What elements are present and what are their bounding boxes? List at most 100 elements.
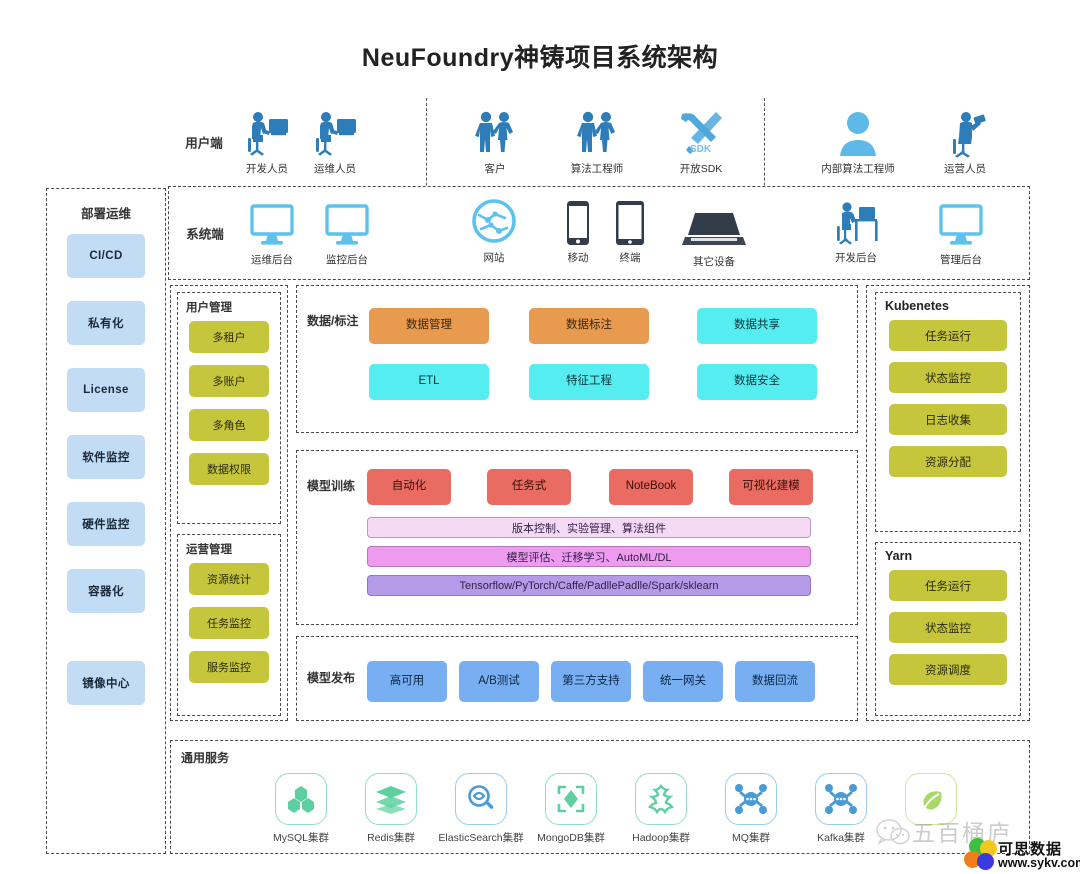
yarn-item-resource-scheduling[interactable]: 资源调度 bbox=[889, 654, 1007, 685]
system-terminal[interactable]: 终端 bbox=[593, 193, 667, 265]
user-caption: 开放SDK bbox=[679, 163, 723, 175]
data-annotation-panel: 数据/标注 数据管理 数据标注 数据共享 ETL 特征工程 数据安全 bbox=[296, 285, 858, 433]
service-caption: Hadoop集群 bbox=[632, 832, 690, 844]
service-elasticsearch[interactable]: ElasticSearch集群 bbox=[433, 773, 529, 845]
ops-at-desk-icon bbox=[298, 104, 372, 158]
sykv-url: www.sykv.com bbox=[998, 856, 1080, 870]
deploy-ops-item-containerization[interactable]: 容器化 bbox=[67, 569, 145, 613]
yarn-item-task-run[interactable]: 任务运行 bbox=[889, 570, 1007, 601]
release-chip-unified-gateway[interactable]: 统一网关 bbox=[643, 661, 723, 702]
deploy-ops-item-software-monitor[interactable]: 软件监控 bbox=[67, 435, 145, 479]
user-open-sdk[interactable]: SDK 开放SDK bbox=[664, 104, 738, 176]
hadoop-icon bbox=[635, 773, 687, 825]
training-chip-visual-modeling[interactable]: 可视化建模 bbox=[729, 469, 813, 505]
kubernetes-item-task-run[interactable]: 任务运行 bbox=[889, 320, 1007, 351]
sykv-watermark: 可思数据 www.sykv.com bbox=[962, 838, 1080, 874]
page-title: NeuFoundry神铸项目系统架构 bbox=[361, 44, 719, 72]
user-algorithm-engineer[interactable]: 算法工程师 bbox=[560, 104, 634, 176]
operation-management-title: 运营管理 bbox=[186, 544, 232, 556]
service-caption: Redis集群 bbox=[367, 832, 415, 844]
system-other-device[interactable]: 其它设备 bbox=[664, 197, 764, 269]
user-management-item-role[interactable]: 多角色 bbox=[189, 409, 269, 441]
user-internal-engineer[interactable]: 内部算法工程师 bbox=[808, 104, 908, 176]
user-management-item-tenant[interactable]: 多租户 bbox=[189, 321, 269, 353]
operation-management-item-task-monitor[interactable]: 任务监控 bbox=[189, 607, 269, 639]
data-chip-data-annotation[interactable]: 数据标注 bbox=[529, 308, 649, 344]
sykv-logo-dots bbox=[962, 838, 997, 872]
release-chip-data-backflow[interactable]: 数据回流 bbox=[735, 661, 815, 702]
system-ops-console[interactable]: 运维后台 bbox=[235, 195, 309, 267]
data-chip-etl[interactable]: ETL bbox=[369, 364, 489, 400]
release-chip-third-party[interactable]: 第三方支持 bbox=[551, 661, 631, 702]
system-caption: 网站 bbox=[483, 252, 505, 264]
data-chip-data-management[interactable]: 数据管理 bbox=[369, 308, 489, 344]
system-caption: 监控后台 bbox=[326, 254, 368, 266]
monitor-icon bbox=[924, 195, 998, 249]
service-mongodb[interactable]: MongoDB集群 bbox=[523, 773, 619, 845]
system-side-row: 系统端 运维后台 监控后台 网站 移动 终端 其它设备 开发后台 管理后台 bbox=[168, 186, 1030, 280]
model-training-panel: 模型训练 自动化 任务式 NoteBook 可视化建模 版本控制、实验管理、算法… bbox=[296, 450, 858, 625]
leaf-cloud-icon bbox=[905, 773, 957, 825]
release-chip-ab-test[interactable]: A/B测试 bbox=[459, 661, 539, 702]
training-chip-notebook[interactable]: NoteBook bbox=[609, 469, 693, 505]
system-monitor-console[interactable]: 监控后台 bbox=[310, 195, 384, 267]
deploy-ops-item-hardware-monitor[interactable]: 硬件监控 bbox=[67, 502, 145, 546]
training-chip-task[interactable]: 任务式 bbox=[487, 469, 571, 505]
service-mysql[interactable]: MySQL集群 bbox=[253, 773, 349, 845]
data-chip-data-sharing[interactable]: 数据共享 bbox=[697, 308, 817, 344]
user-management-item-data-permission[interactable]: 数据权限 bbox=[189, 453, 269, 485]
service-caption: MySQL集群 bbox=[272, 832, 329, 844]
yarn-title: Yarn bbox=[885, 549, 913, 563]
deploy-ops-item-image-registry[interactable]: 镜像中心 bbox=[67, 661, 145, 705]
data-chip-data-security[interactable]: 数据安全 bbox=[697, 364, 817, 400]
svg-text:SDK: SDK bbox=[690, 144, 712, 155]
common-services-title: 通用服务 bbox=[181, 751, 230, 765]
data-chip-feature-engineering[interactable]: 特征工程 bbox=[529, 364, 649, 400]
user-management-item-account[interactable]: 多账户 bbox=[189, 365, 269, 397]
service-extra[interactable] bbox=[883, 773, 979, 830]
yarn-item-status-monitor[interactable]: 状态监控 bbox=[889, 612, 1007, 643]
data-annotation-title: 数据/标注 bbox=[307, 314, 359, 328]
kubernetes-item-resource-allocation[interactable]: 资源分配 bbox=[889, 446, 1007, 477]
deploy-ops-item-cicd[interactable]: CI/CD bbox=[67, 234, 145, 278]
deploy-ops-item-license[interactable]: License bbox=[67, 368, 145, 412]
service-redis[interactable]: Redis集群 bbox=[343, 773, 439, 845]
service-kafka[interactable]: Kafka集群 bbox=[793, 773, 889, 845]
training-bar-model-eval[interactable]: 模型评估、迁移学习、AutoML/DL bbox=[367, 546, 811, 567]
training-bar-frameworks[interactable]: Tensorflow/PyTorch/Caffe/PadllePadlle/Sp… bbox=[367, 575, 811, 596]
elasticsearch-icon bbox=[455, 773, 507, 825]
system-caption: 管理后台 bbox=[940, 254, 982, 266]
service-caption: Kafka集群 bbox=[817, 832, 865, 844]
release-chip-high-availability[interactable]: 高可用 bbox=[367, 661, 447, 702]
user-operator[interactable]: 运营人员 bbox=[928, 104, 1002, 176]
service-caption: MongoDB集群 bbox=[537, 832, 605, 844]
kafka-node-icon bbox=[815, 773, 867, 825]
training-bar-version-control[interactable]: 版本控制、实验管理、算法组件 bbox=[367, 517, 811, 538]
deploy-ops-item-private[interactable]: 私有化 bbox=[67, 301, 145, 345]
system-website[interactable]: 网站 bbox=[457, 193, 531, 265]
algorithm-engineers-icon bbox=[560, 104, 634, 158]
user-developer[interactable]: 开发人员 bbox=[230, 104, 304, 176]
user-caption: 算法工程师 bbox=[570, 163, 624, 175]
user-management-title: 用户管理 bbox=[186, 302, 232, 314]
model-training-title: 模型训练 bbox=[307, 479, 356, 493]
operation-management-item-resource-stats[interactable]: 资源统计 bbox=[189, 563, 269, 595]
training-chip-automation[interactable]: 自动化 bbox=[367, 469, 451, 505]
kubernetes-item-status-monitor[interactable]: 状态监控 bbox=[889, 362, 1007, 393]
system-caption: 运维后台 bbox=[251, 254, 293, 266]
operation-management-panel: 运营管理 资源统计 任务监控 服务监控 bbox=[177, 534, 281, 716]
user-customer[interactable]: 客户 bbox=[458, 104, 532, 176]
developer-desk-icon bbox=[819, 193, 893, 247]
laptop-device-icon bbox=[664, 197, 764, 251]
kubernetes-item-log-collection[interactable]: 日志收集 bbox=[889, 404, 1007, 435]
operation-management-item-service-monitor[interactable]: 服务监控 bbox=[189, 651, 269, 683]
system-dev-console[interactable]: 开发后台 bbox=[819, 193, 893, 265]
common-services-panel: 通用服务 MySQL集群 Redis集群 ElasticSearch集群 Mon… bbox=[170, 740, 1030, 854]
service-mq[interactable]: MQ集群 bbox=[703, 773, 799, 845]
yarn-panel: Yarn 任务运行 状态监控 资源调度 bbox=[875, 542, 1021, 716]
system-caption: 其它设备 bbox=[693, 256, 735, 268]
service-hadoop[interactable]: Hadoop集群 bbox=[613, 773, 709, 845]
user-side-row: 用户端 开发人员 运维人员 客户 算法工程师 SDK 开放SDK 内部算法工程师… bbox=[168, 98, 1030, 280]
user-ops[interactable]: 运维人员 bbox=[298, 104, 372, 176]
system-admin-console[interactable]: 管理后台 bbox=[924, 195, 998, 267]
